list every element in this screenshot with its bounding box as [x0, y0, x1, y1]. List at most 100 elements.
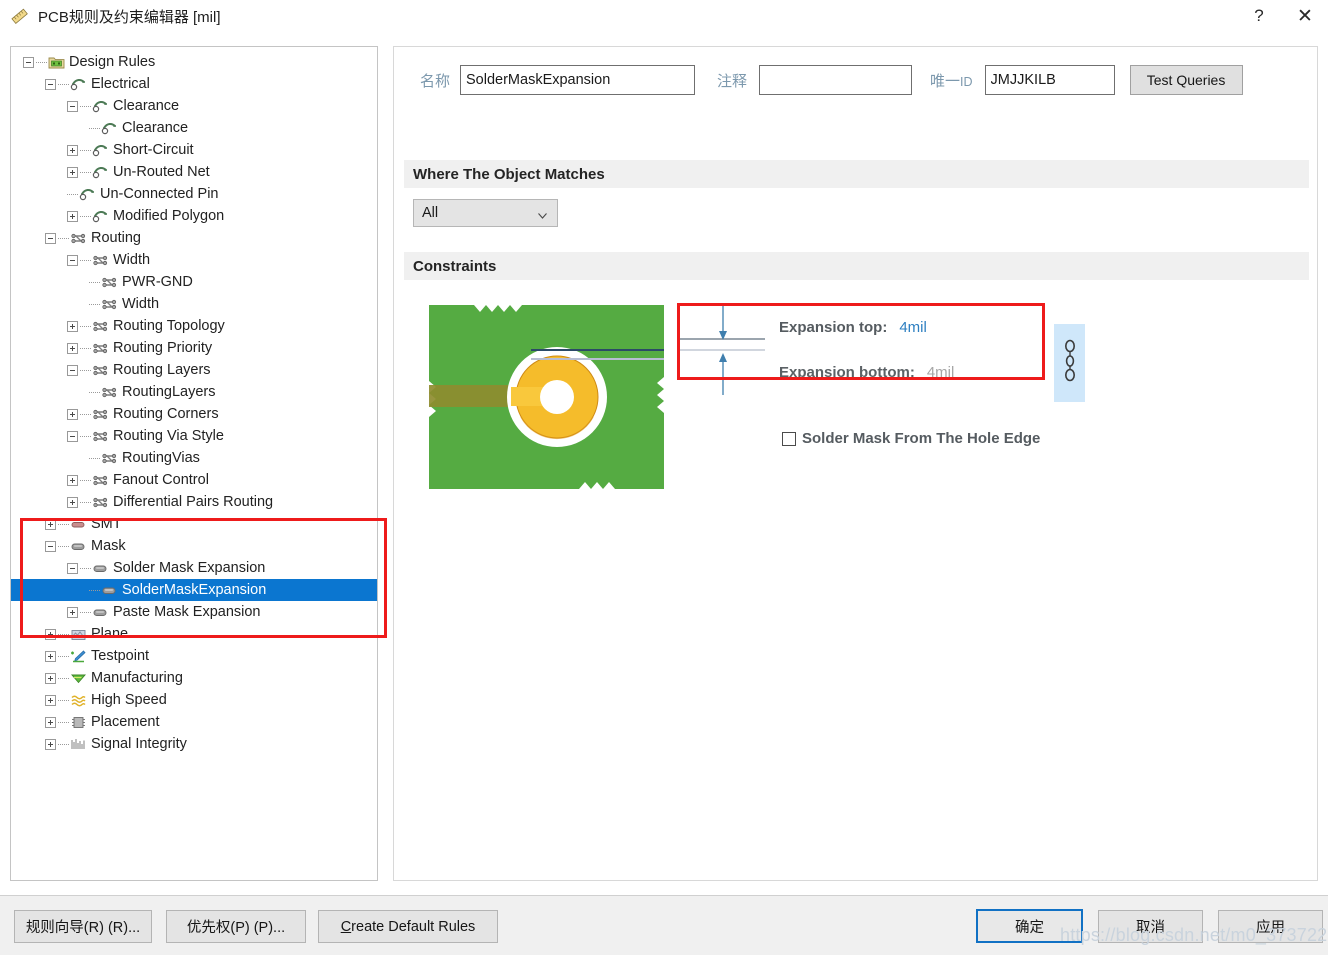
tree-item-smt[interactable]: SMT [11, 513, 377, 535]
collapse-icon[interactable] [23, 56, 34, 68]
tree-item-label: Modified Polygon [113, 208, 225, 224]
tree-item-electrical[interactable]: Electrical [11, 73, 377, 95]
expand-icon[interactable] [67, 342, 78, 354]
collapse-icon[interactable] [45, 78, 56, 90]
tree-item-routing-priority[interactable]: Routing Priority [11, 337, 377, 359]
tree-item-un-connected-pin[interactable]: Un-Connected Pin [11, 183, 377, 205]
comment-input[interactable] [759, 65, 913, 95]
tree-item-routing-layers[interactable]: Routing Layers [11, 359, 377, 381]
tree-connector [80, 105, 91, 107]
link-top-bottom-toggle[interactable] [1054, 324, 1085, 402]
expansion-top-label: Expansion top: [779, 319, 888, 336]
expand-icon[interactable] [45, 518, 56, 530]
design-rules-tree[interactable]: Design Rules Electrical Clearance Clearance… [10, 46, 378, 881]
routing-icon [92, 429, 109, 444]
expansion-bottom-value: 4mil [926, 364, 955, 381]
tree-item-routing-corners[interactable]: Routing Corners [11, 403, 377, 425]
tree-item-fanout-control[interactable]: Fanout Control [11, 469, 377, 491]
tree-item-signal-integrity[interactable]: Signal Integrity [11, 733, 377, 755]
scope-select[interactable]: All [413, 199, 558, 227]
name-input[interactable] [460, 65, 696, 95]
expansion-bottom-row[interactable]: Expansion bottom: 4mil [779, 350, 1059, 395]
tree-item-routing[interactable]: Routing [11, 227, 377, 249]
tree-item-routing-via-style[interactable]: Routing Via Style [11, 425, 377, 447]
tree-connector [80, 347, 91, 349]
tree-item-testpoint[interactable]: Testpoint [11, 645, 377, 667]
expand-icon[interactable] [45, 672, 56, 684]
tree-item-solder-mask-expansion[interactable]: Solder Mask Expansion [11, 557, 377, 579]
expand-icon[interactable] [45, 650, 56, 662]
tree-item-soldermaskexpansion[interactable]: SolderMaskExpansion [11, 579, 377, 601]
tree-item-clearance[interactable]: Clearance [11, 117, 377, 139]
tree-connector [80, 567, 91, 569]
solder-mask-from-hole-edge-checkbox[interactable] [782, 431, 796, 446]
expand-icon[interactable] [67, 320, 78, 332]
unique-id-input[interactable] [984, 65, 1115, 95]
tree-item-placement[interactable]: Placement [11, 711, 377, 733]
tree-item-mask[interactable]: Mask [11, 535, 377, 557]
highspeed-icon [70, 693, 87, 708]
expand-icon[interactable] [45, 694, 56, 706]
expansion-top-row[interactable]: Expansion top: 4mil [779, 305, 1059, 350]
tree-item-routingvias[interactable]: RoutingVias [11, 447, 377, 469]
collapse-icon[interactable] [67, 364, 78, 376]
cancel-button[interactable]: 取消 [1098, 910, 1203, 943]
expand-icon[interactable] [45, 628, 56, 640]
unique-id-label: 唯一ID [930, 70, 973, 91]
tree-item-clearance[interactable]: Clearance [11, 95, 377, 117]
routing-icon [92, 341, 109, 356]
collapse-icon[interactable] [45, 540, 56, 552]
tree-item-label: Plane [91, 626, 129, 642]
tree-item-routinglayers[interactable]: RoutingLayers [11, 381, 377, 403]
expand-icon[interactable] [45, 716, 56, 728]
tree-item-differential-pairs-routing[interactable]: Differential Pairs Routing [11, 491, 377, 513]
tree-item-label: Routing Topology [113, 318, 225, 334]
expand-icon[interactable] [67, 496, 78, 508]
collapse-icon[interactable] [67, 254, 78, 266]
collapse-icon[interactable] [45, 232, 56, 244]
help-button[interactable]: ? [1236, 0, 1282, 32]
constraints-header: Constraints [404, 252, 1309, 280]
create-default-rules-button[interactable]: Create Default Rules [318, 910, 498, 943]
tree-item-short-circuit[interactable]: Short-Circuit [11, 139, 377, 161]
expand-icon[interactable] [67, 606, 78, 618]
tree-item-label: PWR-GND [122, 274, 193, 290]
routing-icon [92, 319, 109, 334]
tree-item-modified-polygon[interactable]: Modified Polygon [11, 205, 377, 227]
rule-wizard-button[interactable]: 规则向导(R) (R)... [14, 910, 152, 943]
expand-icon[interactable] [45, 738, 56, 750]
apply-button[interactable]: 应用 [1218, 910, 1323, 943]
mask-icon [70, 539, 87, 554]
test-queries-button[interactable]: Test Queries [1129, 65, 1243, 95]
collapse-icon[interactable] [67, 562, 78, 574]
expand-icon[interactable] [67, 144, 78, 156]
routing-icon [92, 473, 109, 488]
close-button[interactable]: ✕ [1282, 0, 1328, 32]
tree-item-paste-mask-expansion[interactable]: Paste Mask Expansion [11, 601, 377, 623]
tree-item-un-routed-net[interactable]: Un-Routed Net [11, 161, 377, 183]
collapse-icon[interactable] [67, 430, 78, 442]
ok-button[interactable]: 确定 [976, 909, 1083, 943]
expand-icon[interactable] [67, 474, 78, 486]
tree-item-routing-topology[interactable]: Routing Topology [11, 315, 377, 337]
expand-icon[interactable] [67, 210, 78, 222]
tree-item-label: Design Rules [69, 54, 156, 70]
solder-mask-from-hole-edge-row[interactable]: Solder Mask From The Hole Edge [782, 430, 1040, 447]
collapse-icon[interactable] [67, 100, 78, 112]
electrical-icon [92, 165, 109, 180]
tree-item-plane[interactable]: Plane [11, 623, 377, 645]
tree-item-width[interactable]: Width [11, 293, 377, 315]
pcb-rules-editor-window: PCB规则及约束编辑器 [mil] ? ✕ Design Rules Electr… [0, 0, 1328, 955]
tree-item-manufacturing[interactable]: Manufacturing [11, 667, 377, 689]
manufacturing-icon [70, 671, 87, 686]
tree-connector [80, 369, 91, 371]
electrical-icon [92, 143, 109, 158]
expansion-top-value[interactable]: 4mil [899, 319, 927, 336]
tree-item-pwr-gnd[interactable]: PWR-GND [11, 271, 377, 293]
priority-button[interactable]: 优先权(P) (P)... [166, 910, 306, 943]
expand-icon[interactable] [67, 408, 78, 420]
tree-item-high-speed[interactable]: High Speed [11, 689, 377, 711]
tree-item-width[interactable]: Width [11, 249, 377, 271]
expand-icon[interactable] [67, 166, 78, 178]
tree-item-design-rules[interactable]: Design Rules [11, 51, 377, 73]
